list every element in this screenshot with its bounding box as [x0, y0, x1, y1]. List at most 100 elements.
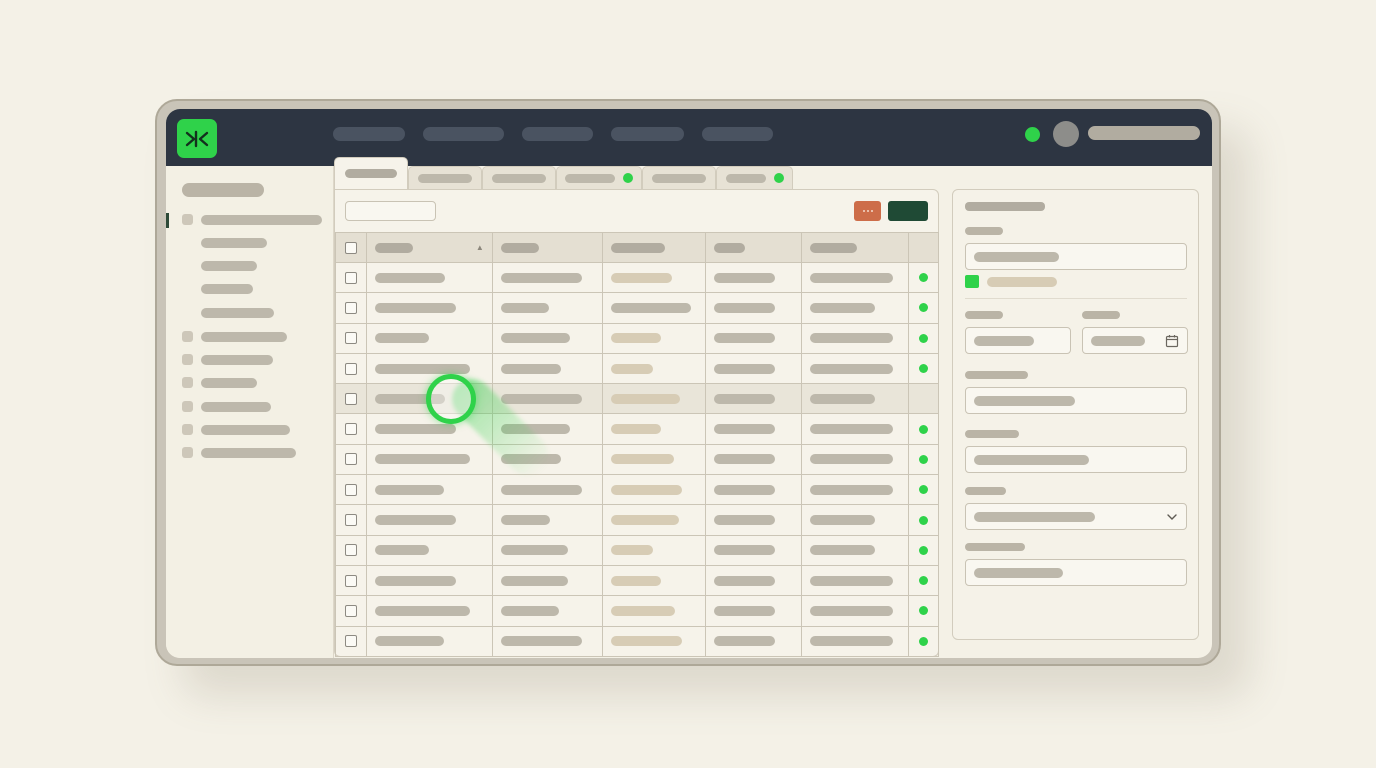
table-row[interactable]	[335, 474, 939, 506]
table-cell	[810, 484, 894, 495]
row-checkbox[interactable]	[344, 544, 357, 557]
sidebar-item[interactable]	[182, 331, 287, 342]
sidebar-item[interactable]	[182, 214, 322, 225]
top-nav-item[interactable]	[333, 127, 405, 141]
row-checkbox[interactable]	[344, 301, 357, 314]
avatar-icon[interactable]	[1053, 121, 1079, 147]
text-field[interactable]	[965, 446, 1187, 473]
select-field[interactable]	[965, 503, 1187, 530]
tab[interactable]	[556, 166, 642, 189]
tab-label	[492, 173, 546, 183]
logo-icon[interactable]	[177, 119, 217, 158]
table-cell	[714, 545, 776, 556]
tab[interactable]	[334, 157, 408, 189]
tab[interactable]	[482, 166, 556, 189]
filter-input[interactable]	[345, 201, 436, 221]
table-cell	[714, 363, 776, 374]
column-header[interactable]	[601, 232, 707, 263]
field-value	[1091, 335, 1145, 346]
top-nav-item[interactable]	[702, 127, 773, 141]
sidebar-item-icon	[182, 424, 193, 435]
row-checkbox[interactable]	[344, 483, 357, 496]
row-status-icon	[919, 606, 929, 616]
more-options-button[interactable]	[854, 201, 881, 221]
sidebar-item[interactable]	[182, 377, 257, 388]
row-checkbox[interactable]	[344, 332, 357, 345]
row-checkbox[interactable]	[344, 635, 357, 648]
sidebar-subitem[interactable]	[201, 284, 253, 294]
row-checkbox[interactable]	[344, 514, 357, 527]
dot-icon	[866, 210, 869, 212]
user-name[interactable]	[1088, 126, 1200, 140]
table-cell	[714, 515, 776, 526]
table-header-row: ▲	[335, 232, 939, 263]
sidebar-item[interactable]	[182, 447, 296, 458]
table-cell	[810, 605, 894, 616]
sidebar-subitem[interactable]	[201, 238, 267, 248]
table-cell	[374, 363, 470, 374]
sidebar-item[interactable]	[182, 401, 271, 412]
text-field[interactable]	[965, 559, 1187, 586]
table-cell	[610, 302, 691, 313]
row-checkbox[interactable]	[344, 392, 357, 405]
row-status-icon	[919, 636, 929, 646]
field-value	[974, 335, 1034, 346]
table-panel: ▲	[334, 189, 939, 657]
table-cell	[810, 515, 876, 526]
column-header[interactable]	[705, 232, 803, 263]
tab[interactable]	[642, 166, 716, 189]
select-all-checkbox[interactable]	[344, 241, 357, 254]
top-nav-item[interactable]	[423, 127, 504, 141]
column-header[interactable]: ▲	[365, 232, 493, 263]
table-row[interactable]	[335, 292, 939, 324]
date-field[interactable]	[1082, 327, 1188, 354]
row-checkbox[interactable]	[344, 423, 357, 436]
primary-action-button[interactable]	[888, 201, 928, 221]
table-row[interactable]	[335, 504, 939, 536]
tab[interactable]	[408, 166, 482, 189]
table-cell	[374, 636, 444, 647]
field-label	[965, 543, 1025, 551]
table-row[interactable]	[335, 534, 939, 566]
sidebar-item[interactable]	[182, 354, 273, 365]
sidebar-item[interactable]	[182, 424, 290, 435]
row-checkbox[interactable]	[344, 574, 357, 587]
row-status-icon	[919, 364, 929, 374]
table-row[interactable]	[335, 595, 939, 627]
column-header[interactable]	[491, 232, 603, 263]
table-cell	[714, 484, 776, 495]
top-nav-item[interactable]	[611, 127, 684, 141]
top-nav-item[interactable]	[522, 127, 593, 141]
row-checkbox[interactable]	[344, 604, 357, 617]
chevron-down-icon[interactable]	[1166, 510, 1178, 524]
row-checkbox[interactable]	[344, 271, 357, 284]
table-cell	[810, 636, 894, 647]
sidebar-subitem[interactable]	[201, 261, 257, 271]
row-checkbox[interactable]	[344, 362, 357, 375]
row-checkbox[interactable]	[344, 453, 357, 466]
table-row[interactable]	[335, 261, 939, 294]
table-row[interactable]	[335, 322, 939, 354]
table-cell	[714, 424, 776, 435]
table-cell	[610, 605, 675, 616]
calendar-icon[interactable]	[1165, 334, 1179, 348]
table-row[interactable]	[335, 352, 939, 385]
field-value	[974, 454, 1089, 465]
text-field[interactable]	[965, 327, 1071, 354]
text-field[interactable]	[965, 243, 1187, 270]
table-row[interactable]	[335, 443, 939, 476]
text-field[interactable]	[965, 387, 1187, 414]
sidebar-subitem[interactable]	[201, 308, 274, 318]
table-row[interactable]	[335, 564, 939, 597]
field-label	[965, 430, 1019, 438]
tab[interactable]	[716, 166, 793, 189]
column-header-label	[500, 242, 539, 253]
column-header[interactable]	[801, 232, 910, 263]
table-cell	[810, 272, 894, 283]
sort-ascending-icon[interactable]: ▲	[476, 243, 484, 252]
table-row[interactable]	[335, 413, 939, 445]
sidebar-active-indicator	[166, 213, 169, 228]
table-row[interactable]	[335, 625, 939, 657]
checkbox-checked[interactable]	[965, 275, 979, 288]
table-cell	[500, 333, 570, 344]
